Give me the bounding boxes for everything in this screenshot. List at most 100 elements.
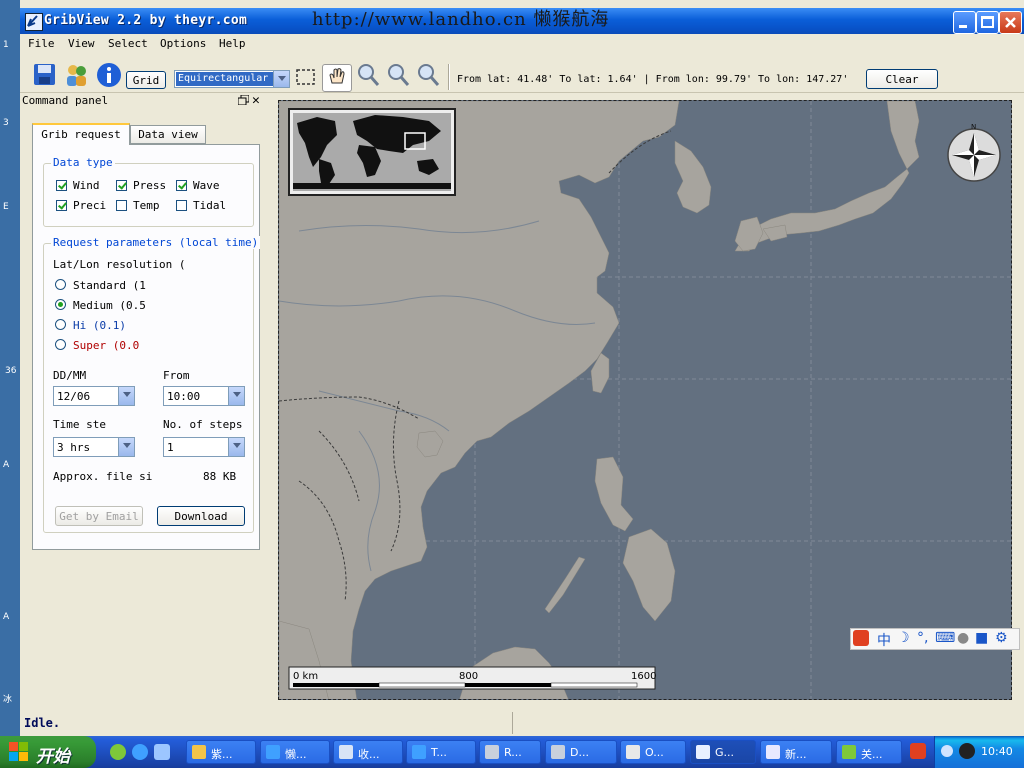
taskbar: 开始 紫... 懒... 收... T... R... D... O... G.… (0, 736, 1024, 768)
start-label: 开始 (36, 747, 70, 767)
tab-grib-request[interactable]: Grib request (32, 123, 130, 145)
date-label: DD/MM (53, 369, 87, 382)
standard-radio[interactable] (55, 279, 66, 290)
time-step-select[interactable]: 3 hrs (53, 437, 135, 457)
menu-options[interactable]: Options (160, 37, 206, 50)
title-bar[interactable]: GribView 2.2 by theyr.com http://www.lan… (20, 8, 1024, 34)
menu-view[interactable]: View (68, 37, 95, 50)
desktop-edge: 1 3 E 36 A A 冰 (0, 0, 20, 736)
grid-button[interactable]: Grid (126, 71, 166, 89)
chevron-down-icon[interactable] (273, 71, 289, 87)
taskbar-item[interactable]: D... (545, 740, 617, 764)
num-steps-select[interactable]: 1 (163, 437, 245, 457)
taskbar-item[interactable]: 紫... (186, 740, 256, 764)
window-title: GribView 2.2 by theyr.com (44, 13, 248, 28)
chevron-down-icon[interactable] (118, 387, 134, 405)
chevron-down-icon[interactable] (228, 438, 244, 456)
medium-radio[interactable] (55, 299, 66, 310)
preci-label: Preci (73, 199, 107, 212)
map-canvas: N 0 km 800 1600 (279, 101, 1011, 699)
zoom-out-icon[interactable] (385, 62, 411, 88)
desktop-icon[interactable] (154, 744, 170, 760)
download-button[interactable]: Download (157, 506, 245, 526)
landmass-mindanao (622, 528, 676, 622)
desktop-edge-label: 冰 (3, 695, 13, 705)
wind-label: Wind (73, 179, 100, 192)
compass-north-label: N (971, 123, 976, 131)
menu-help[interactable]: Help (219, 37, 246, 50)
close-button[interactable] (999, 11, 1022, 34)
date-select[interactable]: 12/06 (53, 386, 135, 406)
skin-icon[interactable]: ■ (975, 630, 988, 646)
tidal-label: Tidal (193, 199, 227, 212)
moon-icon[interactable]: ☽ (897, 630, 910, 646)
wave-checkbox[interactable] (176, 180, 187, 191)
info-icon[interactable] (96, 62, 122, 88)
taskbar-item-active[interactable]: G... (690, 740, 756, 764)
ime-toolbar[interactable]: 中 ☽ °, ⌨ ● ■ ⚙ (850, 628, 1020, 650)
projection-select[interactable]: Equirectangular (174, 70, 290, 88)
tidal-checkbox[interactable] (176, 200, 187, 211)
medium-label: Medium (0.5 (73, 299, 146, 312)
save-icon[interactable] (32, 62, 58, 88)
watermark-text: http://www.landho.cn 懒猴航海 (312, 9, 610, 30)
users-icon[interactable] (64, 62, 90, 88)
pan-hand-icon[interactable] (322, 64, 352, 92)
quicklaunch-add-icon[interactable] (110, 744, 126, 760)
wind-checkbox[interactable] (56, 180, 67, 191)
map-view[interactable]: N 0 km 800 1600 (278, 100, 1012, 700)
system-tray: 10:40 (934, 736, 1024, 768)
get-by-email-button[interactable]: Get by Email (55, 506, 143, 526)
press-checkbox[interactable] (116, 180, 127, 191)
taskbar-item[interactable]: T... (406, 740, 476, 764)
super-label: Super (0.0 (73, 339, 140, 352)
user-icon[interactable]: ● (957, 630, 969, 646)
tab-data-view[interactable]: Data view (130, 125, 206, 144)
taskbar-item[interactable]: 懒... (260, 740, 330, 764)
tray-expand-icon[interactable] (941, 745, 953, 757)
time-step-label: Time ste (53, 418, 106, 431)
command-panel-title: Command panel (22, 94, 109, 107)
punctuation-icon[interactable]: °, (917, 630, 928, 646)
maximize-button[interactable] (976, 11, 999, 34)
taskbar-item[interactable]: 收... (333, 740, 403, 764)
zoom-in-icon[interactable] (355, 62, 381, 88)
hi-radio[interactable] (55, 319, 66, 330)
chevron-down-icon[interactable] (228, 387, 244, 405)
ie-icon[interactable] (132, 744, 148, 760)
minimize-button[interactable] (953, 11, 976, 34)
taskbar-item[interactable]: 新... (760, 740, 832, 764)
start-button[interactable]: 开始 (0, 736, 96, 768)
menu-file[interactable]: File (28, 37, 55, 50)
taskbar-item[interactable]: R... (479, 740, 541, 764)
clear-button[interactable]: Clear (866, 69, 938, 89)
taskbar-item[interactable]: 关... (836, 740, 902, 764)
from-time-select[interactable]: 10:00 (163, 386, 245, 406)
request-parameters-title: Request parameters (local time) (51, 236, 261, 249)
close-panel-icon[interactable]: ✕ (252, 93, 260, 108)
windows-logo-icon (9, 742, 28, 761)
status-divider (512, 712, 513, 734)
scale-label-800: 800 (459, 671, 478, 682)
float-panel-icon[interactable] (237, 94, 250, 108)
qq-icon[interactable] (959, 743, 975, 759)
super-radio[interactable] (55, 339, 66, 350)
sogou-tray-icon[interactable] (910, 743, 926, 759)
keyboard-icon[interactable]: ⌨ (935, 630, 955, 646)
select-rectangle-icon[interactable] (295, 66, 321, 92)
temp-label: Temp (133, 199, 160, 212)
scale-label-1600: 1600 (631, 671, 656, 682)
data-type-group (43, 163, 254, 227)
overview-map[interactable] (288, 108, 456, 196)
temp-checkbox[interactable] (116, 200, 127, 211)
data-type-title: Data type (51, 156, 115, 169)
landmass-palawan (544, 556, 586, 614)
sogou-icon[interactable] (853, 630, 869, 646)
zoom-extent-icon[interactable] (415, 62, 441, 88)
menu-select[interactable]: Select (108, 37, 148, 50)
preci-checkbox[interactable] (56, 200, 67, 211)
wrench-icon[interactable]: ⚙ (995, 630, 1008, 646)
taskbar-item[interactable]: O... (620, 740, 686, 764)
chevron-down-icon[interactable] (118, 438, 134, 456)
ime-chinese-mode[interactable]: 中 (877, 630, 891, 650)
